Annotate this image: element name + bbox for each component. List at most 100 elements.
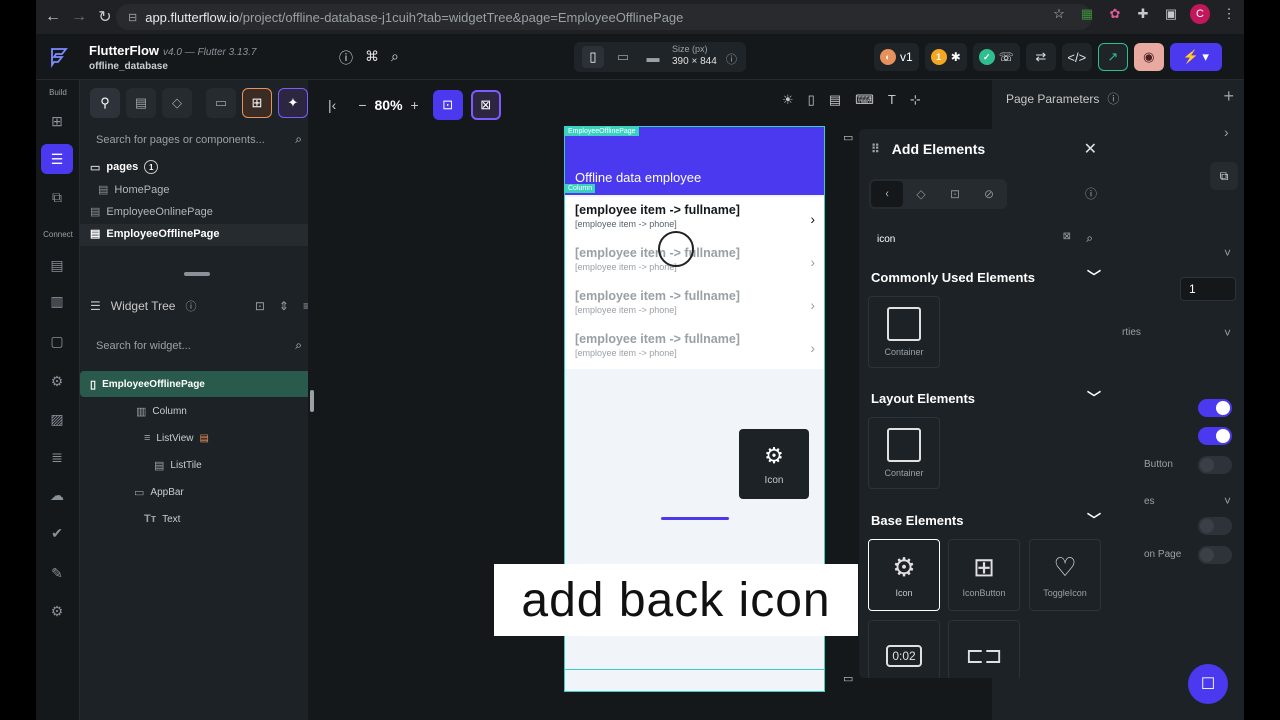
desktop-device-icon[interactable]: ▬ <box>642 46 664 68</box>
settings-gear-icon[interactable]: ⚙ <box>46 600 68 622</box>
zoom-out-icon[interactable]: − <box>358 97 366 113</box>
copy-icon[interactable]: ⧉ <box>1210 162 1238 190</box>
close-icon[interactable]: ✕ <box>1084 139 1097 159</box>
add-parameter-icon[interactable]: + <box>1223 86 1234 107</box>
extension-color-icon[interactable]: ✿ <box>1106 5 1124 23</box>
number-input[interactable]: 1 <box>1180 277 1236 301</box>
add-widget-icon[interactable]: ⊞ <box>46 110 68 132</box>
tablet-device-icon[interactable]: ▭ <box>612 46 634 68</box>
browser-menu-icon[interactable]: ⋮ <box>1220 5 1238 23</box>
chevron-right-icon[interactable]: › <box>1224 124 1229 140</box>
info-icon[interactable]: ⓘ <box>185 298 196 314</box>
toggle-off[interactable] <box>1198 546 1232 564</box>
tree-node-listview[interactable]: ≡ ListView ▤ <box>144 432 209 444</box>
help-icon[interactable]: ⓘ <box>339 48 353 68</box>
info-icon[interactable]: ⓘ <box>1107 90 1119 107</box>
flutterflow-logo-icon[interactable] <box>48 46 70 68</box>
panel-resize-handle[interactable] <box>184 272 210 276</box>
back-arrow-icon[interactable]: ← <box>40 4 66 30</box>
chevron-down-icon[interactable]: ﹀ <box>1087 388 1101 408</box>
list-item[interactable]: [employee item -> fullname] [employee it… <box>575 332 815 372</box>
tests-icon[interactable]: ✔ <box>46 522 68 544</box>
ai-generate-icon[interactable]: ✦ <box>278 88 308 118</box>
size-info-icon[interactable]: ⓘ <box>726 51 737 67</box>
collapse-panel-icon[interactable]: |‹ <box>328 97 336 113</box>
collab-button[interactable]: ✓ ☏ <box>972 43 1020 71</box>
chevron-down-icon[interactable]: ˅ <box>1224 246 1231 260</box>
toggle-navbar-icon[interactable]: ▭ <box>843 672 853 685</box>
database-icon[interactable]: ▤ <box>46 254 68 276</box>
library-tab-icon[interactable]: ◇ <box>905 181 937 207</box>
element-container[interactable]: Container <box>868 296 940 368</box>
text-scale-icon[interactable]: T <box>888 92 896 108</box>
version-button[interactable]: ◐ v1 <box>874 43 919 71</box>
toggle-off[interactable] <box>1198 517 1232 535</box>
sidepanel-icon[interactable]: ▣ <box>1162 5 1180 23</box>
inspect-mode-icon[interactable]: ⊠ <box>470 90 501 120</box>
phone-device-icon[interactable]: ▯ <box>582 46 604 68</box>
scrollbar-thumb[interactable] <box>310 390 314 412</box>
pages-tab-icon[interactable]: ⚲ <box>90 88 120 118</box>
theme-sun-icon[interactable]: ☀ <box>782 92 794 108</box>
lock-icon[interactable]: ⊡ <box>255 299 265 313</box>
address-bar[interactable]: ⊟ app.flutterflow.io /project/offline-da… <box>116 4 1092 30</box>
dragging-icon-widget[interactable]: ⚙ Icon <box>739 429 809 499</box>
add-page-icon[interactable]: ⊞ <box>242 88 272 118</box>
cloud-icon[interactable]: ☁ <box>46 484 68 506</box>
page-search-input[interactable]: Search for pages or components... ⌕ <box>88 128 308 152</box>
tree-view-icon[interactable]: ⊹ <box>910 92 921 108</box>
list-item[interactable]: [employee item -> fullname] [employee it… <box>575 246 815 286</box>
info-icon[interactable]: ⓘ <box>1085 185 1097 202</box>
tree-node-appbar[interactable]: ▭ AppBar <box>134 486 184 499</box>
search-icon[interactable]: ⌕ <box>391 48 399 68</box>
toggle-off[interactable] <box>1198 456 1232 474</box>
chevron-down-icon[interactable]: ﹀ <box>1087 510 1101 530</box>
select-mode-icon[interactable]: ⊡ <box>432 90 463 120</box>
support-chat-icon[interactable]: ☐ <box>1188 664 1228 704</box>
flutter-tab-icon[interactable]: ᚲ <box>871 181 903 207</box>
page-item-employee-online[interactable]: ▤ EmployeeOnlinePage <box>90 205 213 219</box>
flutterflow-tab-icon[interactable]: ⊘ <box>973 181 1005 207</box>
element-toggleicon[interactable]: ♡ ToggleIcon <box>1029 539 1101 611</box>
share-icon[interactable]: ⇄ <box>1025 43 1056 71</box>
new-folder-icon[interactable]: ▭ <box>206 88 236 118</box>
page-item-homepage[interactable]: ▤ HomePage <box>98 183 169 197</box>
drag-handle-icon[interactable]: ⠿ <box>871 142 880 156</box>
profile-avatar[interactable]: C <box>1190 4 1210 24</box>
widget-search-input[interactable]: Search for widget... ⌕ <box>88 334 308 358</box>
tree-node-listtile[interactable]: ▤ ListTile <box>154 459 202 472</box>
chevron-down-icon[interactable]: ˅ <box>1224 326 1231 340</box>
forward-arrow-icon[interactable]: → <box>66 4 92 30</box>
code-icon[interactable]: </> <box>1061 43 1092 71</box>
tree-node-column[interactable]: ▥ Column <box>136 405 187 418</box>
size-value[interactable]: 390 × 844 <box>672 56 717 67</box>
widget-tree-icon[interactable]: ☰ <box>41 144 73 174</box>
element-conditional[interactable]: ⊏⊐ <box>948 620 1020 678</box>
search-icon[interactable]: ⌕ <box>1086 231 1093 246</box>
panel-scrollbar[interactable] <box>308 80 316 720</box>
element-timer[interactable]: 0:02 <box>868 620 940 678</box>
app-state-icon[interactable]: ▢ <box>46 330 68 352</box>
components-tab-icon[interactable]: ▤ <box>126 88 156 118</box>
command-icon[interactable]: ⌘ <box>365 48 379 68</box>
theme-icon[interactable]: ✎ <box>46 562 68 584</box>
device-frame-icon[interactable]: ▯ <box>808 92 815 108</box>
toggle-on[interactable] <box>1198 399 1232 417</box>
toggle-on[interactable] <box>1198 427 1232 445</box>
extensions-puzzle-icon[interactable]: ✚ <box>1134 5 1152 23</box>
library-diamond-icon[interactable]: ◇ <box>162 88 192 118</box>
section-base[interactable]: Base Elements ﹀ <box>871 510 1101 530</box>
run-lightning-button[interactable]: ⚡ ▾ <box>1169 43 1222 71</box>
components-tab-icon[interactable]: ⊡ <box>939 181 971 207</box>
section-layout[interactable]: Layout Elements ﹀ <box>871 388 1101 408</box>
tree-node-text[interactable]: Tт Text <box>144 513 180 525</box>
safe-area-icon[interactable]: ▤ <box>829 92 841 108</box>
toggle-appbar-icon[interactable]: ▭ <box>843 131 853 144</box>
media-icon[interactable]: ▨ <box>46 408 68 430</box>
app-bar[interactable]: EmployeeOfflinePage Offline data employe… <box>565 127 824 195</box>
logs-icon[interactable]: ≣ <box>46 446 68 468</box>
chevron-down-icon[interactable]: ˅ <box>1224 494 1231 508</box>
list-item[interactable]: [employee item -> fullname] [employee it… <box>575 203 815 243</box>
custom-code-icon[interactable]: ⚙ <box>46 370 68 392</box>
element-iconbutton[interactable]: ⊞ IconButton <box>948 539 1020 611</box>
